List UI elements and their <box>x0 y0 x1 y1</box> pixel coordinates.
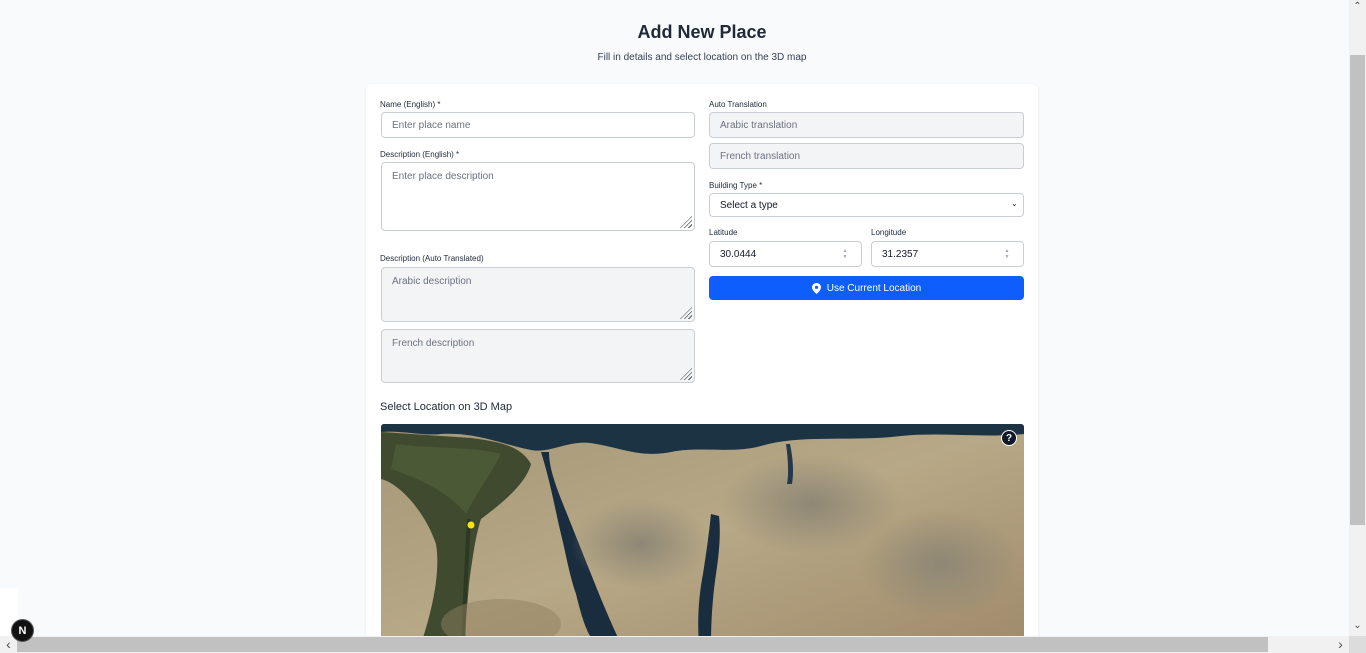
auto-translation-label: Auto Translation <box>709 100 767 109</box>
horizontal-scrollbar-thumb[interactable] <box>17 637 1268 652</box>
building-type-select[interactable]: Select a type <box>709 193 1024 217</box>
scroll-up-icon[interactable]: ⌃ <box>1349 1 1366 12</box>
scrollbar-corner <box>1349 636 1366 653</box>
location-marker-icon[interactable] <box>467 521 475 529</box>
longitude-label: Longitude <box>871 228 907 237</box>
latitude-label: Latitude <box>709 228 738 237</box>
page-subtitle: Fill in details and select location on t… <box>597 52 807 63</box>
description-label: Description (English) * <box>380 150 460 159</box>
use-current-location-button[interactable]: Use Current Location <box>709 276 1024 300</box>
page-title: Add New Place <box>637 22 767 42</box>
scroll-right-icon[interactable]: › <box>1332 636 1349 653</box>
latitude-input[interactable] <box>709 241 862 267</box>
map-section-title: Select Location on 3D Map <box>380 401 513 413</box>
description-textarea[interactable] <box>381 162 695 231</box>
map-help-button[interactable]: ? <box>1001 430 1017 446</box>
french-translation-input[interactable] <box>709 143 1024 169</box>
arabic-translation-input[interactable] <box>709 112 1024 138</box>
building-type-label: Building Type * <box>709 181 763 190</box>
use-current-location-label: Use Current Location <box>826 282 922 294</box>
name-input[interactable] <box>381 112 695 138</box>
dev-tools-badge[interactable]: N <box>11 619 34 642</box>
scroll-down-icon[interactable]: ⌄ <box>1349 620 1366 631</box>
longitude-input[interactable] <box>871 241 1024 267</box>
arabic-description-textarea[interactable] <box>381 267 695 322</box>
name-label: Name (English) * <box>380 100 441 109</box>
add-place-card: Name (English) * Description (English) *… <box>366 84 1038 644</box>
map-pin-icon <box>811 282 821 294</box>
satellite-map[interactable]: ? <box>381 424 1024 644</box>
auto-description-label: Description (Auto Translated) <box>380 254 484 263</box>
vertical-scrollbar-thumb[interactable] <box>1350 55 1365 525</box>
map-satellite-imagery <box>381 424 1024 644</box>
french-description-textarea[interactable] <box>381 329 695 383</box>
